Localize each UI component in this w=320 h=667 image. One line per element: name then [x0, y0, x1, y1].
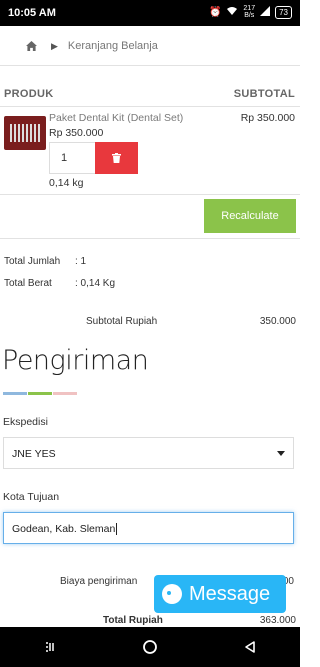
back-icon[interactable] [243, 640, 257, 654]
battery-icon: 73 [275, 5, 292, 19]
product-name-link[interactable]: Paket Dental Kit (Dental Set) [49, 112, 183, 124]
heading-underline-blue [3, 392, 27, 395]
status-icons: ⏰ 217 B/s 73 [209, 5, 292, 19]
chat-bubble-icon [162, 584, 182, 604]
message-button[interactable]: Message [154, 575, 286, 613]
shipping-heading: Pengiriman [2, 345, 149, 376]
product-subtotal: Rp 350.000 [240, 112, 295, 124]
expedisi-select[interactable]: JNE YES [3, 437, 294, 469]
breadcrumb: ▶ Keranjang Belanja [0, 27, 300, 65]
recalculate-button[interactable]: Recalculate [204, 199, 296, 233]
heading-underline-green [28, 392, 52, 395]
divider [0, 194, 300, 195]
chevron-right-icon: ▶ [51, 40, 58, 51]
kota-tujuan-label: Kota Tujuan [3, 491, 60, 503]
heading-underline-pink [53, 392, 77, 395]
alarm-icon: ⏰ [208, 6, 222, 18]
column-header-product: PRODUK [4, 88, 54, 100]
biaya-pengiriman-label: Biaya pengiriman [60, 576, 138, 587]
message-button-label: Message [189, 582, 271, 605]
text-caret [116, 523, 118, 535]
subtotal-rupiah-value: 350.000 [259, 316, 296, 327]
quantity-input[interactable]: 1 [49, 142, 95, 174]
total-jumlah-label: Total Jumlah [4, 256, 61, 267]
breadcrumb-current: Keranjang Belanja [67, 40, 158, 52]
product-weight: 0,14 kg [49, 177, 84, 189]
trash-icon [112, 153, 121, 163]
total-rupiah-value: 363.000 [259, 615, 296, 626]
divider [0, 238, 300, 239]
product-thumbnail[interactable] [4, 116, 46, 150]
recent-apps-icon[interactable] [43, 640, 57, 654]
dropdown-caret-icon [277, 451, 285, 456]
divider [0, 106, 300, 107]
expedisi-label: Ekspedisi [3, 416, 48, 428]
home-circle-icon[interactable] [142, 639, 158, 655]
subtotal-rupiah-label: Subtotal Rupiah [86, 316, 158, 327]
kota-tujuan-input[interactable]: Godean, Kab. Sleman [3, 512, 294, 544]
column-header-subtotal: SUBTOTAL [233, 88, 295, 100]
kota-tujuan-value: Godean, Kab. Sleman [12, 523, 116, 535]
wifi-icon [226, 6, 238, 19]
status-time: 10:05 AM [8, 7, 56, 19]
total-berat-value: : 0,14 Kg [75, 278, 116, 289]
total-jumlah-value: : 1 [75, 256, 87, 267]
total-rupiah-label: Total Rupiah [103, 615, 163, 626]
home-icon[interactable] [26, 41, 37, 51]
expedisi-selected-value: JNE YES [12, 448, 56, 460]
system-nav-bar [0, 627, 300, 667]
status-bar: 10:05 AM ⏰ 217 B/s 73 [0, 0, 300, 26]
network-speed: 217 B/s [243, 5, 256, 19]
divider [0, 65, 300, 66]
delete-item-button[interactable] [95, 142, 138, 174]
signal-icon [260, 5, 271, 19]
product-price: Rp 350.000 [49, 127, 104, 139]
total-berat-label: Total Berat [4, 278, 52, 289]
